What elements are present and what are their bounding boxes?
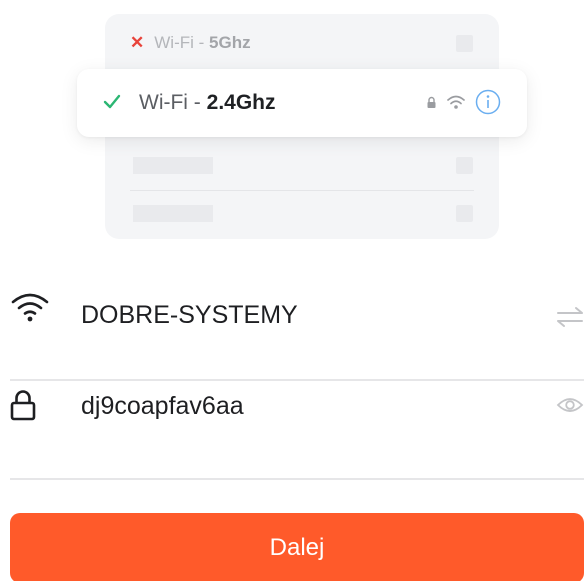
placeholder-square: [456, 205, 473, 222]
x-icon: ✕: [130, 33, 145, 52]
illustration-24ghz-band: 2.4Ghz: [206, 91, 276, 114]
wifi-setup-screen: ✕ Wi-Fi - 5Ghz Wi-Fi - 2.4Ghz DOBRE-SYST…: [0, 0, 584, 581]
illustration-5ghz-prefix: Wi-Fi -: [154, 33, 210, 52]
placeholder-bar: [133, 205, 213, 222]
wifi-icon: [447, 95, 465, 109]
lock-icon: [10, 390, 36, 421]
check-icon: [103, 94, 121, 109]
wifi-password-text: dj9coapfav6aa: [81, 392, 244, 420]
info-icon: [475, 89, 501, 115]
wifi-icon: [11, 293, 49, 322]
next-button[interactable]: Dalej: [10, 513, 584, 581]
illustration-5ghz-band: 5Ghz: [209, 33, 251, 52]
eye-icon[interactable]: [556, 396, 584, 414]
swap-icon[interactable]: [556, 306, 584, 328]
illustration-24ghz-prefix: Wi-Fi -: [139, 91, 207, 114]
field-divider: [10, 478, 584, 480]
placeholder-square: [456, 157, 473, 174]
illustration-row-5ghz: ✕ Wi-Fi - 5Ghz: [130, 28, 251, 58]
illustration-row-24ghz: Wi-Fi - 2.4Ghz: [77, 69, 527, 137]
placeholder-bar: [133, 157, 213, 174]
placeholder-divider: [130, 190, 474, 191]
wifi-network-field[interactable]: DOBRE-SYSTEMY: [0, 278, 584, 358]
placeholder-square: [456, 35, 473, 52]
lock-icon: [427, 96, 436, 108]
wifi-password-field[interactable]: dj9coapfav6aa: [0, 368, 584, 448]
wifi-ssid-text: DOBRE-SYSTEMY: [81, 301, 298, 329]
